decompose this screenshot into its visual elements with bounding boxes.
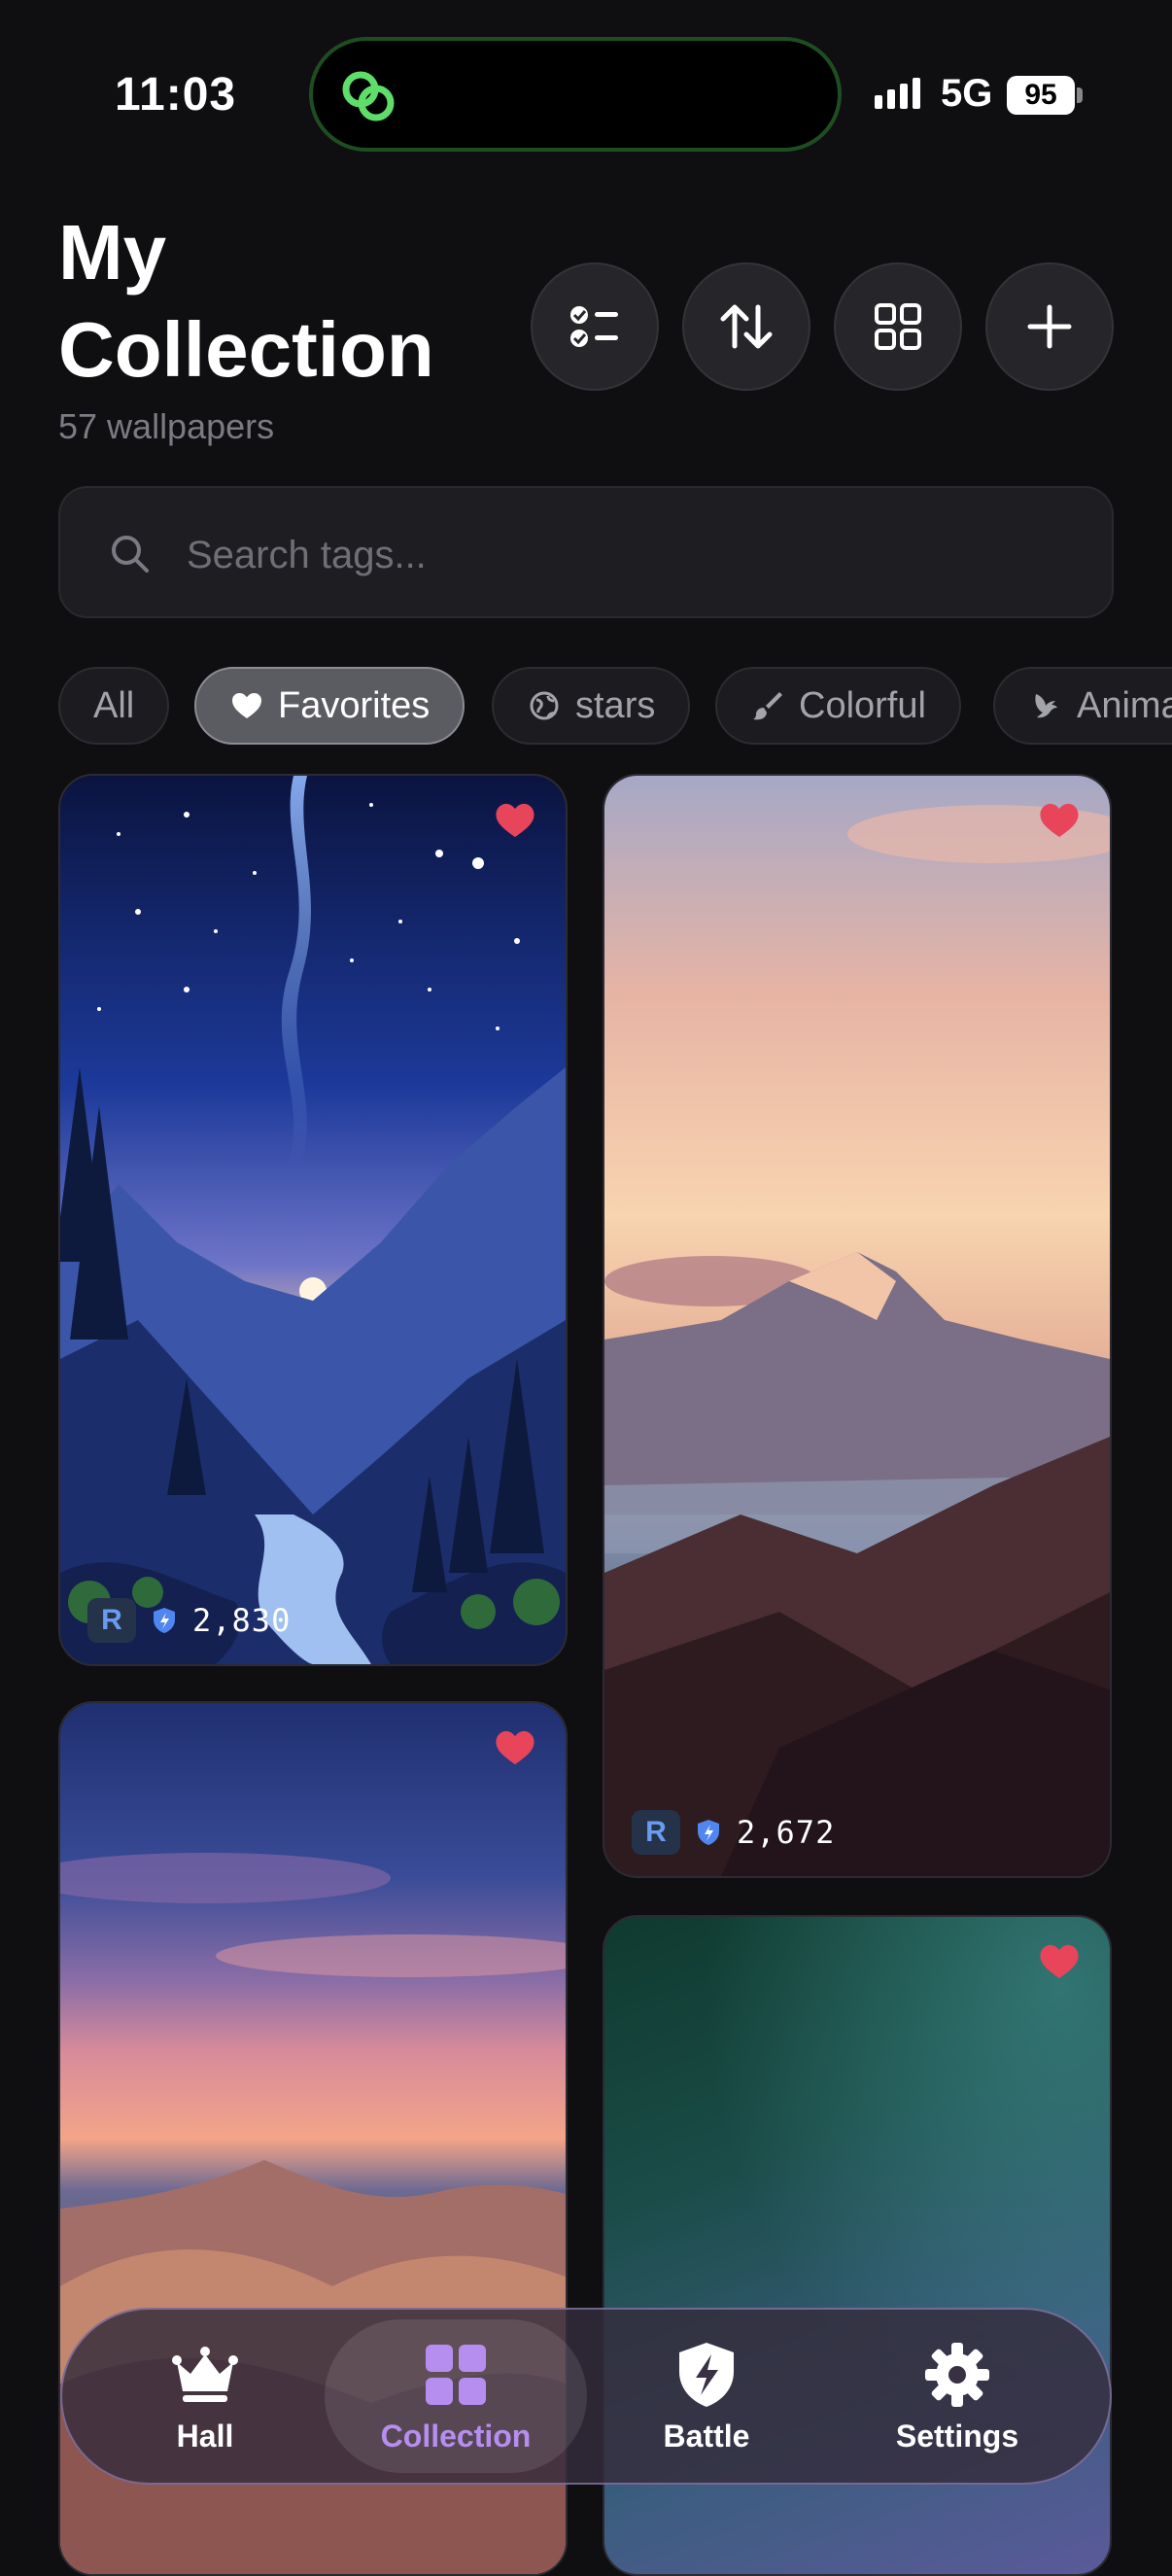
plus-icon bbox=[1027, 304, 1072, 349]
nav-label: Battle bbox=[663, 2418, 750, 2454]
favorite-heart-icon[interactable] bbox=[1038, 801, 1081, 840]
wallpaper-image bbox=[60, 776, 566, 1664]
shield-bolt-icon bbox=[154, 1608, 175, 1633]
checklist-icon bbox=[570, 306, 618, 347]
sort-button[interactable] bbox=[682, 262, 810, 391]
nav-label: Collection bbox=[380, 2418, 532, 2454]
search-icon bbox=[112, 536, 149, 573]
card-meta: R 2,672 bbox=[632, 1810, 835, 1855]
wallpaper-card[interactable]: R 2,672 bbox=[603, 774, 1112, 1878]
brush-icon bbox=[753, 692, 782, 720]
search-bar[interactable] bbox=[58, 486, 1114, 618]
add-button[interactable] bbox=[985, 262, 1114, 391]
status-bar: 11:03 5G 95 bbox=[0, 0, 1172, 185]
chip-stars[interactable]: stars bbox=[492, 667, 691, 745]
favorite-heart-icon[interactable] bbox=[494, 801, 536, 840]
chip-favorites[interactable]: Favorites bbox=[194, 667, 465, 745]
shield-bolt-icon bbox=[679, 2342, 734, 2407]
chip-label: stars bbox=[575, 684, 656, 726]
link-icon bbox=[342, 71, 395, 122]
chip-label: Favorites bbox=[278, 684, 431, 726]
status-time: 11:03 bbox=[115, 69, 237, 121]
network-label: 5G bbox=[941, 72, 993, 115]
wallpaper-count: 57 wallpapers bbox=[58, 406, 275, 446]
nav-item-settings[interactable]: Settings bbox=[826, 2310, 1088, 2483]
rank-badge: R bbox=[87, 1598, 136, 1643]
grid-view-icon bbox=[875, 303, 921, 350]
search-input[interactable] bbox=[185, 517, 1063, 593]
sort-icon bbox=[720, 304, 773, 349]
dynamic-island[interactable] bbox=[309, 37, 842, 152]
nav-label: Hall bbox=[176, 2418, 234, 2454]
card-meta: R 2,830 bbox=[87, 1598, 291, 1643]
nav-item-hall[interactable]: Hall bbox=[74, 2310, 336, 2483]
gear-icon bbox=[925, 2342, 989, 2407]
battery-tip bbox=[1077, 87, 1083, 103]
signal-icon bbox=[875, 78, 920, 109]
crown-icon bbox=[172, 2346, 238, 2402]
nav-label: Settings bbox=[895, 2418, 1019, 2454]
filter-chips: All Favorites stars Colorful Anima bbox=[58, 667, 1172, 747]
heart-icon bbox=[232, 693, 261, 718]
page-title: My Collection bbox=[58, 209, 434, 393]
bird-icon bbox=[1035, 694, 1057, 718]
chip-label: All bbox=[93, 684, 135, 726]
chip-label: Anima bbox=[1077, 684, 1172, 726]
chip-all[interactable]: All bbox=[58, 667, 170, 745]
chip-label: Colorful bbox=[799, 684, 926, 726]
shield-bolt-icon bbox=[698, 1820, 719, 1845]
nav-item-collection[interactable]: Collection bbox=[325, 2319, 587, 2473]
chip-colorful[interactable]: Colorful bbox=[715, 667, 961, 745]
favorite-heart-icon[interactable] bbox=[1038, 1942, 1081, 1981]
score-value: 2,830 bbox=[192, 1602, 292, 1639]
wallpaper-image bbox=[604, 776, 1110, 1876]
grid-icon bbox=[426, 2344, 486, 2405]
bottom-nav: Hall Collection Battle Settings bbox=[60, 2308, 1112, 2485]
favorite-heart-icon[interactable] bbox=[494, 1728, 536, 1767]
globe-icon bbox=[530, 691, 559, 720]
battery-level: 95 bbox=[1007, 76, 1075, 115]
rank-badge: R bbox=[632, 1810, 680, 1855]
nav-item-battle[interactable]: Battle bbox=[575, 2310, 838, 2483]
select-button[interactable] bbox=[531, 262, 659, 391]
score-value: 2,672 bbox=[737, 1814, 836, 1851]
grid-view-button[interactable] bbox=[834, 262, 962, 391]
wallpaper-card[interactable]: R 2,830 bbox=[58, 774, 568, 1666]
chip-animals[interactable]: Anima bbox=[993, 667, 1172, 745]
